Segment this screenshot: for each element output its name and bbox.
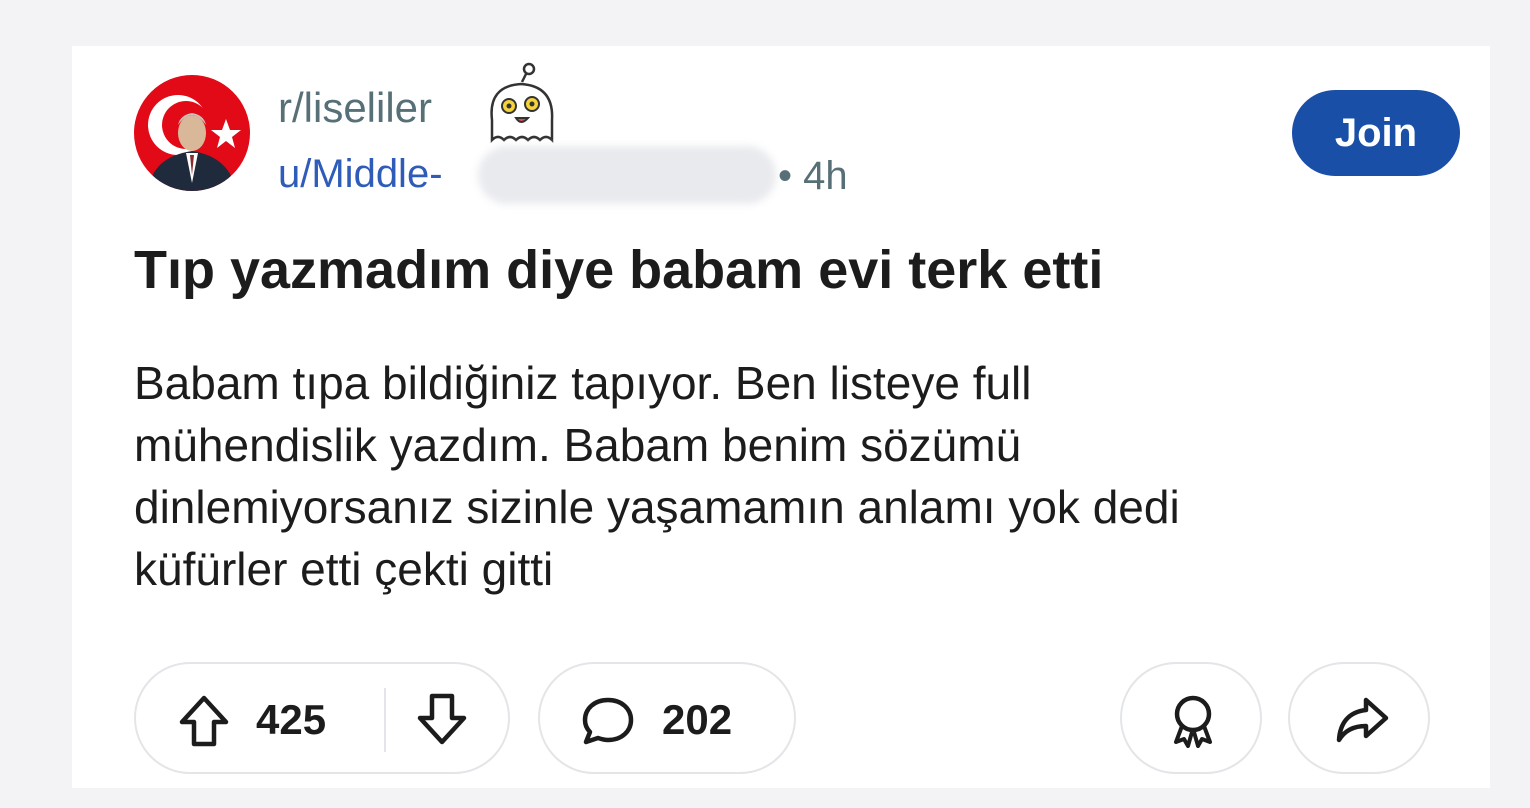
vote-divider	[384, 688, 386, 752]
meta-separator: •	[778, 154, 793, 198]
body-line: mühendislik yazdım. Babam benim sözümü	[134, 419, 1022, 471]
join-button[interactable]: Join	[1292, 90, 1460, 176]
post-time: 4h	[803, 154, 848, 198]
share-arrow-icon	[1336, 697, 1389, 743]
subreddit-name[interactable]: r/liseliler	[278, 84, 432, 132]
upvote-count: 425	[256, 696, 327, 743]
body-line: dinlemiyorsanız sizinle yaşamamın anlamı…	[134, 481, 1180, 533]
award-button[interactable]	[1120, 662, 1262, 774]
post-meta: • 4h	[778, 152, 848, 200]
author-username[interactable]: u/Middle-	[278, 150, 443, 198]
comments-button[interactable]: 202	[538, 662, 796, 774]
body-line: Babam tıpa bildiğiniz tapıyor. Ben liste…	[134, 357, 1032, 409]
comment-count: 202	[662, 696, 733, 743]
body-line: küfürler etti çekti gitti	[134, 543, 554, 595]
post-body: Babam tıpa bildiğiniz tapıyor. Ben liste…	[134, 352, 1414, 600]
subreddit-avatar[interactable]	[134, 75, 250, 191]
redacted-username	[478, 146, 776, 204]
share-button[interactable]	[1288, 662, 1430, 774]
post-title[interactable]: Tıp yazmadım diye babam evi terk etti	[134, 238, 1103, 302]
vote-bar: 425	[134, 662, 510, 774]
downvote-arrow-icon[interactable]	[416, 692, 468, 746]
ghost-snoo-icon	[490, 62, 554, 144]
award-ribbon-icon	[1174, 695, 1212, 748]
speech-bubble-icon	[582, 697, 634, 745]
upvote-arrow-icon[interactable]	[178, 694, 230, 748]
